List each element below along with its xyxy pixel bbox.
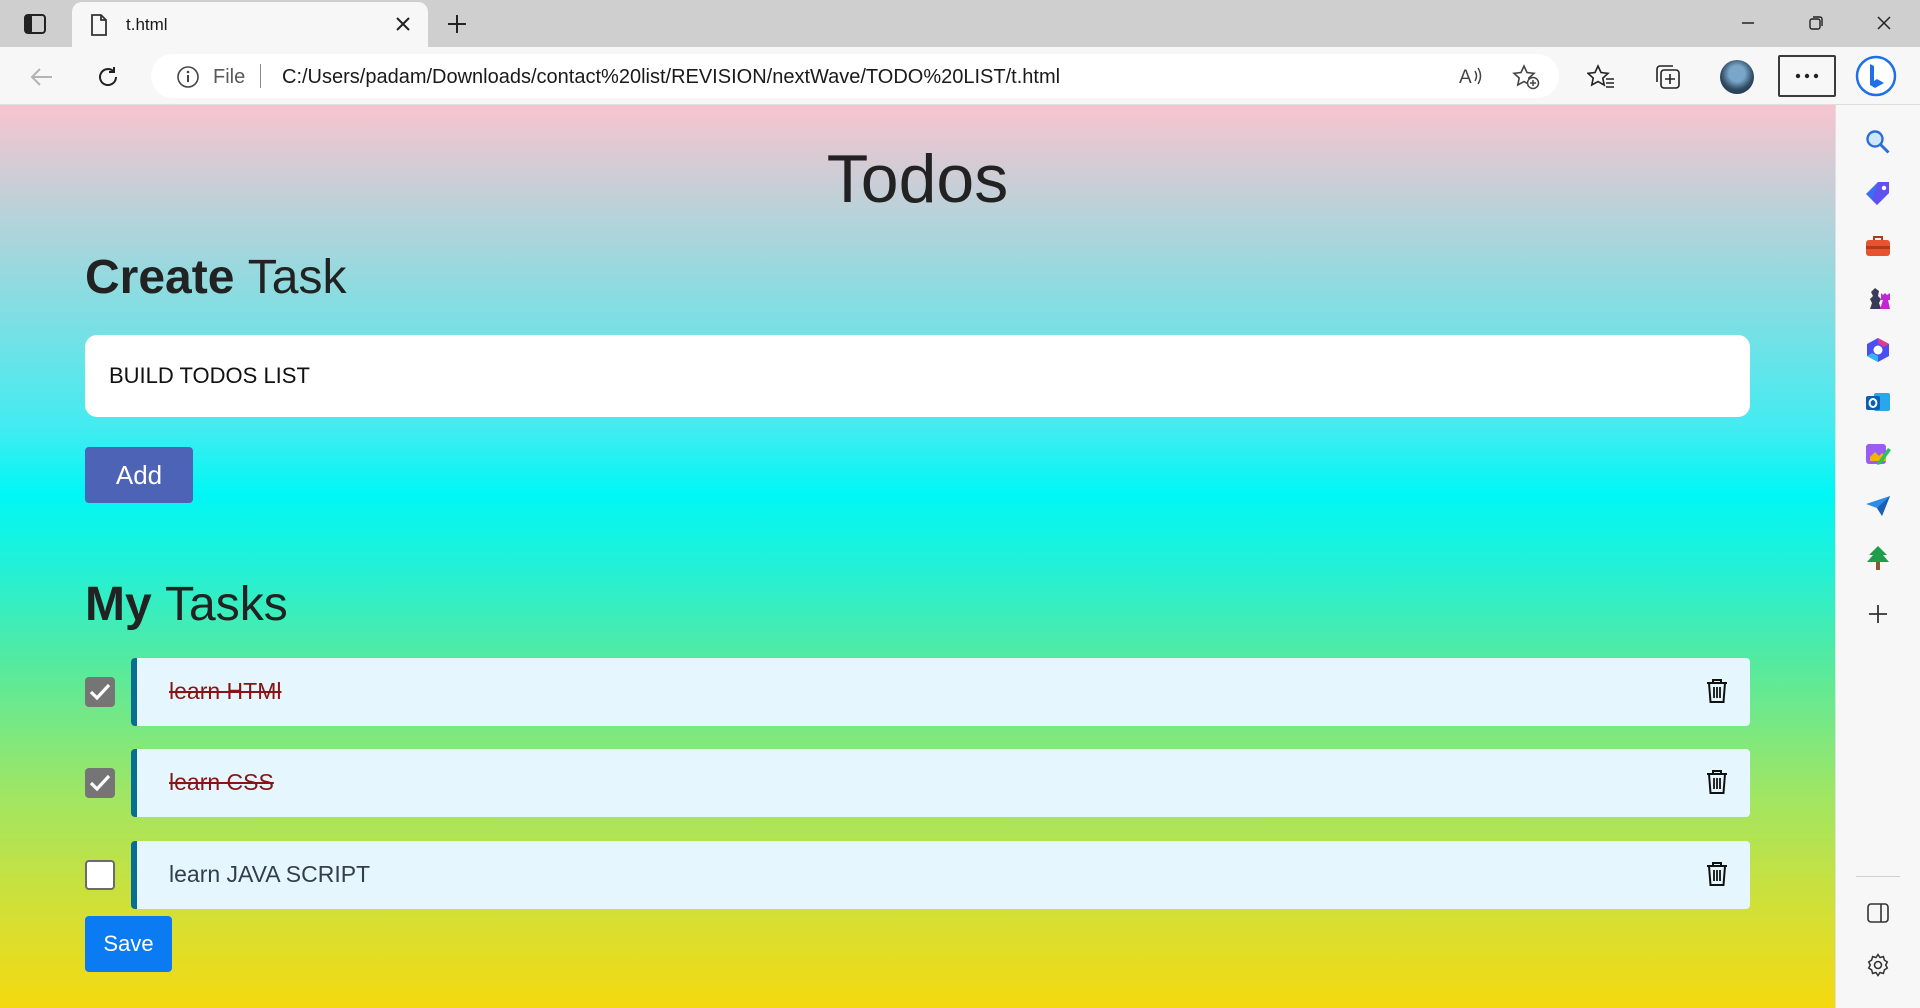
todo-label[interactable]: learn HTMl <box>169 678 281 705</box>
trash-icon[interactable] <box>1706 861 1728 892</box>
create-task-heading-bold: Create <box>85 251 235 304</box>
search-icon <box>1866 130 1890 154</box>
todo-label[interactable]: learn CSS <box>169 769 274 796</box>
create-task-heading-light: Task <box>247 251 347 304</box>
plus-icon <box>448 15 466 33</box>
todo-label[interactable]: learn JAVA SCRIPT <box>169 861 370 888</box>
navigation-bar: File C:/Users/padam/Downloads/contact%20… <box>0 47 1920 105</box>
games-icon <box>1870 288 1890 309</box>
address-bar[interactable]: File C:/Users/padam/Downloads/contact%20… <box>151 54 1559 98</box>
tab-active[interactable]: t.html <box>72 2 428 47</box>
tab-title: t.html <box>126 15 168 34</box>
todo-page: Todos Create Task Add My Tasks learn HTM… <box>0 105 1835 1008</box>
url-scheme-label: File <box>213 66 246 88</box>
save-button[interactable]: Save <box>85 916 172 972</box>
my-tasks-heading-light: Tasks <box>165 578 288 631</box>
close-icon <box>1877 16 1891 30</box>
gear-icon <box>1867 953 1889 977</box>
checkmark-icon <box>89 683 111 701</box>
edge-sidebar <box>1835 105 1920 1008</box>
shopping-tag-icon <box>1866 182 1889 205</box>
sidebar-games-button[interactable] <box>1860 280 1896 316</box>
close-tab-icon[interactable] <box>394 15 412 38</box>
info-icon[interactable] <box>176 65 200 94</box>
collections-button[interactable] <box>1650 59 1686 95</box>
add-favorite-icon[interactable] <box>1512 64 1540 95</box>
sidebar-shopping-button[interactable] <box>1860 176 1896 212</box>
todo-item: learn CSS <box>85 749 1750 817</box>
page-title: Todos <box>826 141 1009 217</box>
sidebar-search-button[interactable] <box>1860 124 1896 160</box>
bing-icon <box>1855 55 1897 97</box>
create-task-heading: Create Task <box>85 250 346 305</box>
todo-item: learn JAVA SCRIPT <box>85 841 1750 909</box>
refresh-icon <box>99 67 118 86</box>
add-button[interactable]: Add <box>85 447 193 503</box>
todo-item: learn HTMl <box>85 658 1750 726</box>
read-aloud-icon[interactable]: A <box>1458 64 1484 93</box>
restore-button[interactable] <box>1794 8 1838 38</box>
minimize-button[interactable] <box>1726 8 1770 38</box>
outlook-icon <box>1866 393 1890 411</box>
sidebar-tree-button[interactable] <box>1860 540 1896 576</box>
restore-icon <box>1809 16 1823 30</box>
sidebar-divider <box>1856 876 1900 877</box>
todo-checkbox[interactable] <box>85 768 115 798</box>
settings-more-button[interactable] <box>1778 55 1836 97</box>
minimize-icon <box>1742 22 1754 24</box>
url-text[interactable]: C:/Users/padam/Downloads/contact%20list/… <box>282 66 1060 89</box>
new-tab-button[interactable] <box>441 10 473 38</box>
task-input[interactable] <box>85 335 1750 417</box>
my-tasks-heading-bold: My <box>85 578 152 631</box>
tab-actions-icon <box>24 14 46 34</box>
back-arrow-icon <box>30 68 52 86</box>
divider <box>260 64 261 88</box>
hide-sidebar-button[interactable] <box>1860 895 1896 931</box>
todo-card: learn HTMl <box>131 658 1750 726</box>
send-icon <box>1866 496 1890 516</box>
tools-icon <box>1866 236 1890 256</box>
todo-card: learn JAVA SCRIPT <box>131 841 1750 909</box>
sidebar-send-button[interactable] <box>1860 488 1896 524</box>
back-button[interactable] <box>24 59 60 95</box>
sidebar-outlook-button[interactable] <box>1860 384 1896 420</box>
microsoft-365-icon <box>1867 338 1889 362</box>
file-icon <box>90 14 108 41</box>
my-tasks-heading: My Tasks <box>85 577 288 632</box>
collections-icon <box>1656 65 1680 89</box>
profile-avatar[interactable] <box>1720 60 1754 94</box>
bing-chat-button[interactable] <box>1852 53 1900 99</box>
sidebar-add-button[interactable] <box>1860 596 1896 632</box>
sidebar-settings-button[interactable] <box>1860 947 1896 983</box>
sidebar-tools-button[interactable] <box>1860 228 1896 264</box>
sidebar-designer-button[interactable] <box>1860 436 1896 472</box>
favorites-icon <box>1587 64 1614 88</box>
add-icon <box>1869 605 1887 623</box>
favorites-button[interactable] <box>1583 59 1619 95</box>
sidebar-m365-button[interactable] <box>1860 332 1896 368</box>
designer-icon <box>1866 444 1891 465</box>
todo-card: learn CSS <box>131 749 1750 817</box>
sidebar-panel-icon <box>1867 903 1889 923</box>
checkmark-icon <box>89 774 111 792</box>
more-icon <box>1795 73 1819 79</box>
trash-icon[interactable] <box>1706 678 1728 709</box>
svg-text:A: A <box>1459 67 1472 88</box>
trash-icon[interactable] <box>1706 769 1728 800</box>
tab-actions-button[interactable] <box>17 10 53 38</box>
todo-checkbox[interactable] <box>85 677 115 707</box>
refresh-button[interactable] <box>90 59 126 95</box>
close-window-button[interactable] <box>1862 8 1906 38</box>
tab-strip: t.html <box>0 0 1920 47</box>
todo-checkbox[interactable] <box>85 860 115 890</box>
tree-icon <box>1867 546 1889 570</box>
